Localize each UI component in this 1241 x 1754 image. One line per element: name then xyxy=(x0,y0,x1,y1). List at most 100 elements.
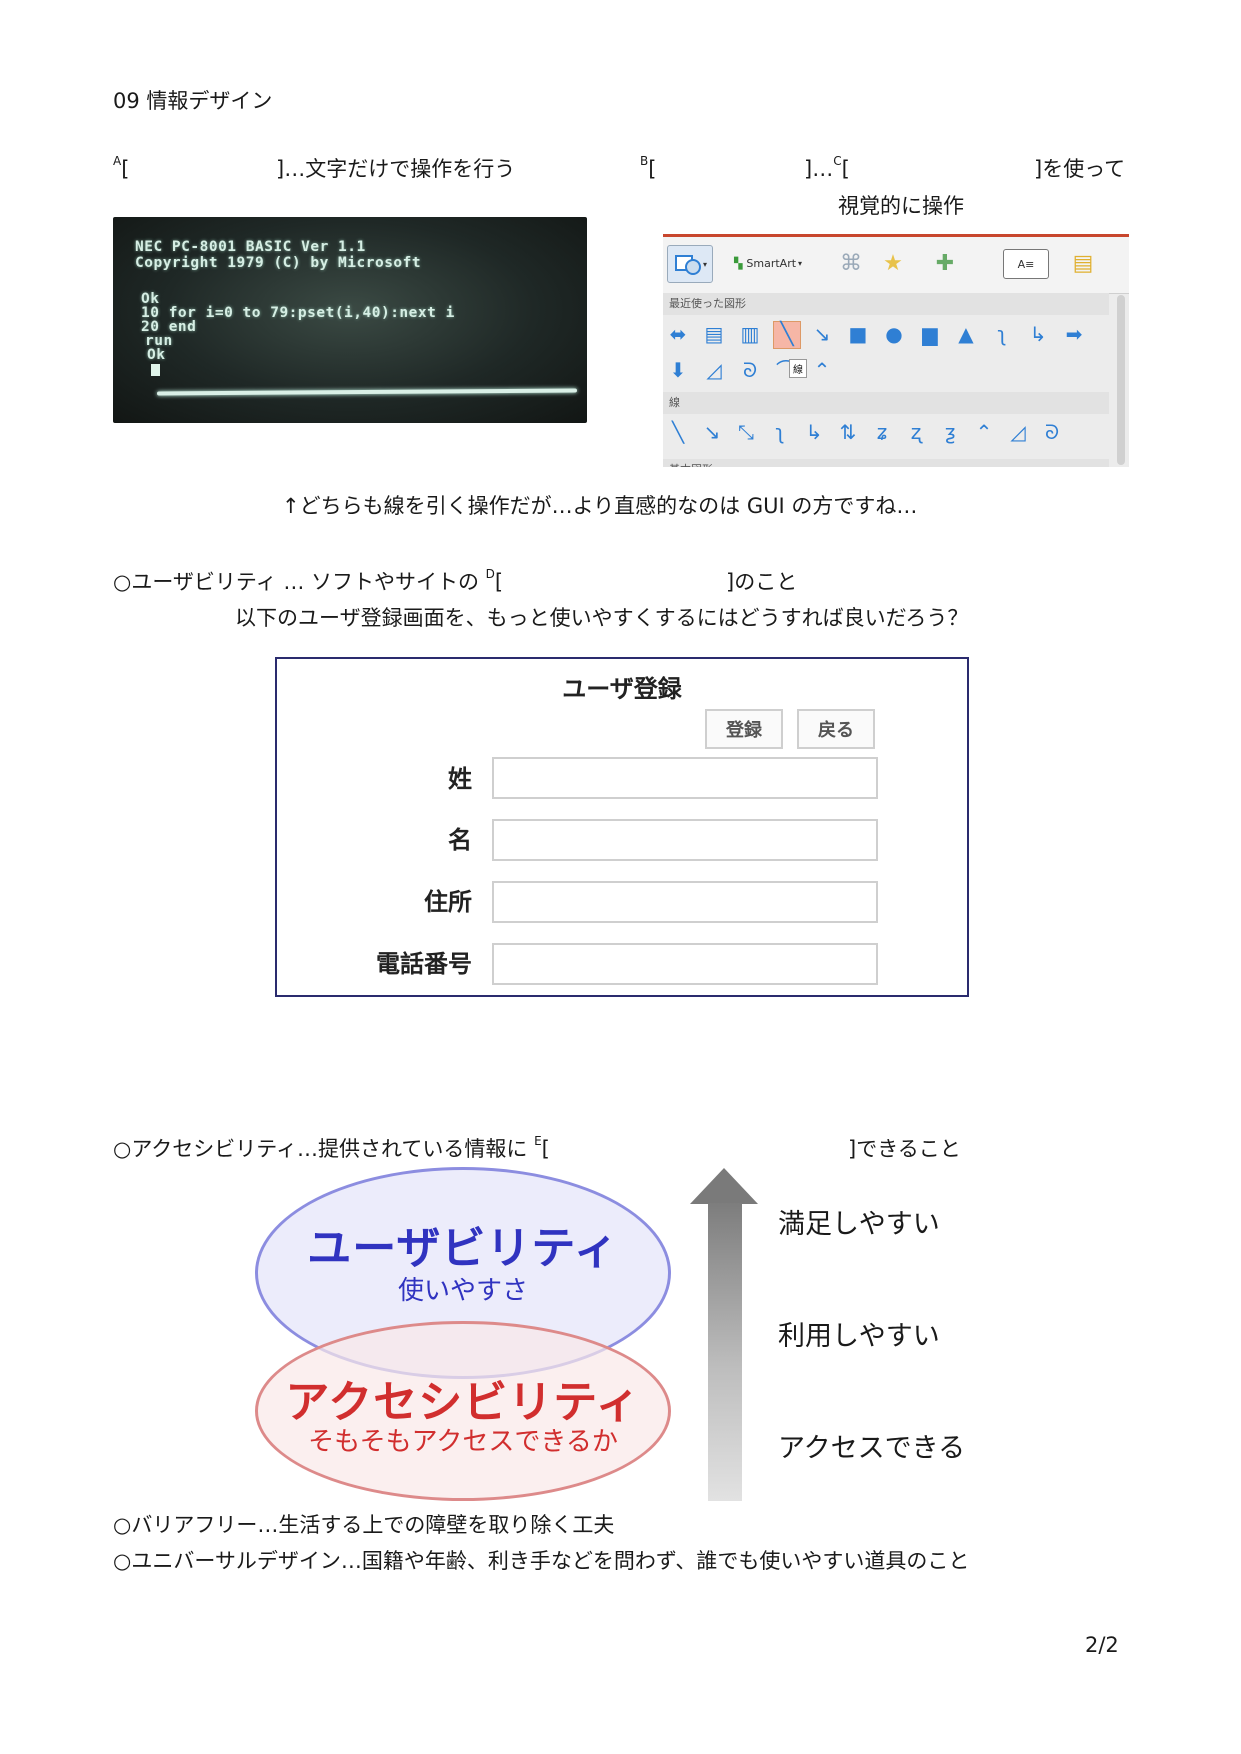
usability-heading: ユーザビリティ xyxy=(307,1223,619,1274)
text-box-icon[interactable]: ▤ xyxy=(701,321,727,347)
cui-terminal-image: NEC PC-8001 BASIC Ver 1.1 Copyright 1979… xyxy=(113,217,587,423)
level-usable: 利用しやすい xyxy=(778,1321,940,1352)
link-icon[interactable]: ⌘ xyxy=(833,245,869,281)
last-name-label: 姓 xyxy=(448,765,472,793)
universal-design-line: ○ユニバーサルデザイン…国籍や年齢、利き手などを問わず、誰でも使いやすい道具のこ… xyxy=(113,1549,970,1573)
up-arrow-shaft xyxy=(708,1203,742,1501)
right-arrow-icon[interactable]: ➡ xyxy=(1061,321,1087,347)
comment-icon[interactable]: ✚ xyxy=(925,245,965,281)
register-button[interactable]: 登録 xyxy=(705,709,783,749)
marker-c: C xyxy=(833,154,842,168)
bracket-close-a: ] xyxy=(276,157,285,181)
comparison-caption: ↑どちらも線を引く操作だが…より直感的なのは GUI の方ですね… xyxy=(282,494,918,518)
arrow-icon[interactable]: ↘ xyxy=(699,419,725,445)
triangle-icon[interactable]: ▲ xyxy=(953,321,979,347)
terminal-line: Copyright 1979 (C) by Microsoft xyxy=(135,255,422,271)
terminal-line: NEC PC-8001 BASIC Ver 1.1 xyxy=(135,239,366,255)
marker-b: B xyxy=(640,154,649,168)
gui-blank-b: B[ xyxy=(640,154,657,183)
accessibility-suffix: ]できること xyxy=(848,1137,961,1161)
scribble-icon[interactable]: ᘐ xyxy=(737,357,763,383)
bracket-open-c: [ xyxy=(841,157,850,181)
shapes-button[interactable]: ▾ xyxy=(667,245,713,283)
rounded-rect-icon[interactable]: ▆ xyxy=(917,321,943,347)
address-input[interactable] xyxy=(492,881,878,923)
address-label: 住所 xyxy=(424,888,472,916)
cui-description-text: …文字だけで操作を行う xyxy=(284,157,516,181)
level-accessible: アクセスできる xyxy=(778,1433,966,1464)
accessibility-subheading: そもそもアクセスできるか xyxy=(308,1427,618,1457)
double-arrow-line-icon[interactable]: ⤡ xyxy=(733,419,759,445)
shapes-icon xyxy=(674,255,701,275)
usability-prefix: ○ユーザビリティ … ソフトやサイトの xyxy=(113,570,486,594)
accessibility-prefix: ○アクセシビリティ…提供されている情報に xyxy=(113,1137,535,1161)
textbox-icon[interactable]: A≡ xyxy=(1003,249,1049,279)
double-arrow-icon[interactable]: ⬌ xyxy=(665,321,691,347)
cui-description: ]…文字だけで操作を行う xyxy=(276,156,515,183)
curved-arrow-icon[interactable]: ʐ xyxy=(903,419,929,445)
usability-suffix: ]のこと xyxy=(726,570,798,594)
elbow-double-arrow-icon[interactable]: ⇅ xyxy=(835,419,861,445)
arc-icon[interactable]: ⌃ xyxy=(809,357,835,383)
smartart-label: SmartArt xyxy=(746,256,797,270)
barrier-free-line: ○バリアフリー…生活する上での障壁を取り除く工夫 xyxy=(113,1513,615,1537)
curved-double-arrow-icon[interactable]: ƺ xyxy=(937,419,963,445)
first-name-input[interactable] xyxy=(492,819,878,861)
elbow-arrow-icon[interactable]: ↳ xyxy=(1025,321,1051,347)
ribbon: ▾ ▚ SmartArt ▾ ⌘ ★ ✚ A≡ ▤ xyxy=(663,237,1129,294)
vertical-text-icon[interactable]: ▥ xyxy=(737,321,763,347)
rectangle-icon[interactable]: ■ xyxy=(845,321,871,347)
gui-mid-text: ]… xyxy=(804,157,834,181)
down-arrow-icon[interactable]: ⬇ xyxy=(665,357,691,383)
straight-line-icon[interactable]: ╲ xyxy=(665,419,691,445)
line-icon[interactable]: ╲ xyxy=(773,321,801,349)
gui-blank-c: ]…C[ xyxy=(804,154,850,183)
tooltip: 線 xyxy=(789,359,807,378)
terminal-line: Ok xyxy=(147,347,166,363)
elbow-icon[interactable]: ʅ xyxy=(767,419,793,445)
gui-description-line2: 視覚的に操作 xyxy=(838,194,964,218)
cui-blank-line: A[ xyxy=(113,154,130,183)
elbow-connector-icon[interactable]: ʅ xyxy=(989,321,1015,347)
accessibility-line: ○アクセシビリティ…提供されている情報に E[ xyxy=(113,1134,550,1163)
page-title: 09 情報デザイン xyxy=(113,89,273,113)
arrow-line-icon[interactable]: ↘ xyxy=(809,321,835,347)
bracket-open-b: [ xyxy=(648,157,657,181)
recent-shapes-header: 最近使った図形 xyxy=(663,293,1109,315)
scribble-line-icon[interactable]: ᘐ xyxy=(1039,419,1065,445)
terminal-cursor xyxy=(151,364,160,376)
up-arrow-head xyxy=(690,1168,758,1204)
basic-shapes-header: 基本図形 xyxy=(663,459,1109,467)
last-name-input[interactable] xyxy=(492,757,878,799)
gui-toolbar-image: ▾ ▚ SmartArt ▾ ⌘ ★ ✚ A≡ ▤ 最近使った図形 ⬌ ▤ ▥ … xyxy=(663,234,1129,467)
smartart-icon: ▚ xyxy=(733,256,743,270)
page-number: 2/2 xyxy=(1085,1633,1119,1657)
phone-label: 電話番号 xyxy=(376,950,472,978)
action-icon[interactable]: ★ xyxy=(875,245,911,281)
gui-description-end: ]を使って xyxy=(1034,157,1126,181)
oval-icon[interactable]: ● xyxy=(881,321,907,347)
bracket-open-d: [ xyxy=(494,570,504,594)
phone-input[interactable] xyxy=(492,943,878,985)
usability-subheading: 使いやすさ xyxy=(397,1276,528,1306)
level-satisfied: 満足しやすい xyxy=(778,1209,940,1240)
smartart-button[interactable]: ▚ SmartArt ▾ xyxy=(721,245,815,281)
marker-a: A xyxy=(113,154,122,168)
curve-line-icon[interactable]: ⌃ xyxy=(971,419,997,445)
back-button[interactable]: 戻る xyxy=(797,709,875,749)
lines-header: 線 xyxy=(663,392,1109,414)
header-footer-icon[interactable]: ▤ xyxy=(1069,245,1097,281)
bracket-open-e: [ xyxy=(541,1137,550,1161)
elbow-arrow-line-icon[interactable]: ↳ xyxy=(801,419,827,445)
scrollbar[interactable] xyxy=(1117,295,1125,465)
freeform-line-icon[interactable]: ◿ xyxy=(1005,419,1031,445)
bracket-open-a: [ xyxy=(121,157,130,181)
first-name-label: 名 xyxy=(448,826,472,854)
curved-connector-icon[interactable]: ʑ xyxy=(869,419,895,445)
usability-question: 以下のユーザ登録画面を、もっと使いやすくするにはどうすれば良いだろう？ xyxy=(235,606,969,630)
marker-e: E xyxy=(534,1134,542,1148)
freeform-icon[interactable]: ◿ xyxy=(701,357,727,383)
drawn-line xyxy=(156,388,578,396)
marker-d: D xyxy=(485,567,495,581)
form-title: ユーザ登録 xyxy=(562,675,682,703)
